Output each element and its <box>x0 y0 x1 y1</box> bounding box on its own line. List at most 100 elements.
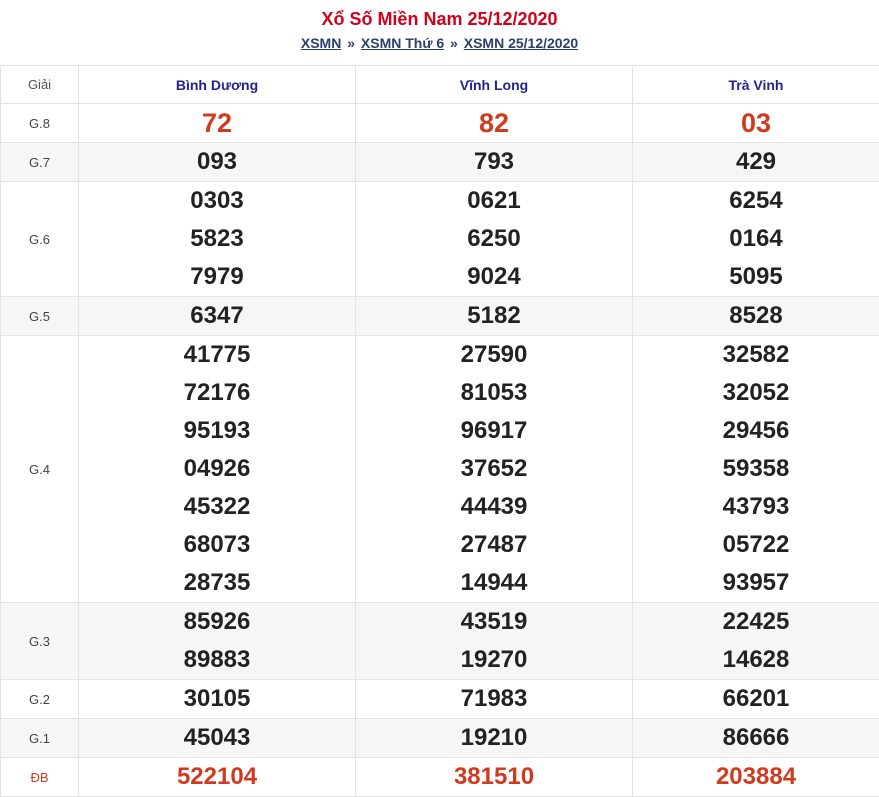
prize-number: 45322 <box>79 488 355 526</box>
prize-label: G.8 <box>1 104 79 143</box>
province-header-vinh-long: Vĩnh Long <box>356 66 633 104</box>
prize-number: 6250 <box>356 220 632 258</box>
prize-number: 93957 <box>633 564 879 602</box>
prize-number: 30105 <box>79 680 355 718</box>
prize-label: G.2 <box>1 680 79 719</box>
prize-cell: 6347 <box>79 297 356 336</box>
prize-number: 6254 <box>633 182 879 220</box>
prize-row-g4: G.44177572176951930492645322680732873527… <box>1 336 879 603</box>
prize-cell: 030358237979 <box>79 182 356 297</box>
prize-cell: 381510 <box>356 758 633 797</box>
prize-number: 71983 <box>356 680 632 718</box>
prize-row-g8: G.8728203 <box>1 104 879 143</box>
prize-number: 29456 <box>633 412 879 450</box>
prize-cell: 522104 <box>79 758 356 797</box>
prize-number: 14628 <box>633 641 879 679</box>
page-header: Xổ Số Miền Nam 25/12/2020 XSMN » XSMN Th… <box>0 0 879 65</box>
prize-row-db: ĐB522104381510203884 <box>1 758 879 797</box>
prize-number: 22425 <box>633 603 879 641</box>
giai-column-header: Giải <box>1 66 79 104</box>
prize-number: 03 <box>633 104 879 142</box>
prize-number: 96917 <box>356 412 632 450</box>
prize-cell: 2242514628 <box>633 603 879 680</box>
prize-number: 19210 <box>356 719 632 757</box>
prize-cell: 8528 <box>633 297 879 336</box>
prize-number: 28735 <box>79 564 355 602</box>
province-header-binh-duong: Bình Dương <box>79 66 356 104</box>
prize-number: 381510 <box>356 758 632 796</box>
prize-row-g5: G.5634751828528 <box>1 297 879 336</box>
prize-number: 05722 <box>633 526 879 564</box>
prize-number: 66201 <box>633 680 879 718</box>
prize-number: 86666 <box>633 719 879 757</box>
results-table: Giải Bình Dương Vĩnh Long Trà Vinh G.872… <box>0 65 879 797</box>
prize-number: 43519 <box>356 603 632 641</box>
prize-number: 203884 <box>633 758 879 796</box>
prize-label: G.4 <box>1 336 79 603</box>
prize-cell: 062162509024 <box>356 182 633 297</box>
prize-number: 85926 <box>79 603 355 641</box>
prize-cell: 8592689883 <box>79 603 356 680</box>
breadcrumb: XSMN » XSMN Thứ 6 » XSMN 25/12/2020 <box>0 34 879 52</box>
prize-cell: 72 <box>79 104 356 143</box>
prize-number: 27590 <box>356 336 632 374</box>
prize-cell: 793 <box>356 143 633 182</box>
prize-cell: 71983 <box>356 680 633 719</box>
prize-number: 5823 <box>79 220 355 258</box>
prize-number: 0621 <box>356 182 632 220</box>
prize-number: 8528 <box>633 297 879 335</box>
prize-cell: 86666 <box>633 719 879 758</box>
prize-number: 0164 <box>633 220 879 258</box>
breadcrumb-separator: » <box>347 35 355 51</box>
prize-number: 81053 <box>356 374 632 412</box>
prize-cell: 32582320522945659358437930572293957 <box>633 336 879 603</box>
prize-number: 82 <box>356 104 632 142</box>
prize-cell: 03 <box>633 104 879 143</box>
prize-number: 7979 <box>79 258 355 296</box>
prize-number: 793 <box>356 143 632 181</box>
prize-cell: 19210 <box>356 719 633 758</box>
prize-cell: 429 <box>633 143 879 182</box>
prize-label: G.5 <box>1 297 79 336</box>
prize-cell: 66201 <box>633 680 879 719</box>
prize-number: 0303 <box>79 182 355 220</box>
prize-label: G.1 <box>1 719 79 758</box>
prize-number: 429 <box>633 143 879 181</box>
prize-cell: 41775721769519304926453226807328735 <box>79 336 356 603</box>
prize-row-g7: G.7093793429 <box>1 143 879 182</box>
prize-number: 093 <box>79 143 355 181</box>
prize-label: G.6 <box>1 182 79 297</box>
prize-label: G.7 <box>1 143 79 182</box>
prize-number: 5095 <box>633 258 879 296</box>
prize-cell: 625401645095 <box>633 182 879 297</box>
prize-number: 45043 <box>79 719 355 757</box>
prize-number: 44439 <box>356 488 632 526</box>
prize-cell: 27590810539691737652444392748714944 <box>356 336 633 603</box>
prize-number: 41775 <box>79 336 355 374</box>
prize-number: 32582 <box>633 336 879 374</box>
prize-number: 5182 <box>356 297 632 335</box>
breadcrumb-link-xsmn-date[interactable]: XSMN 25/12/2020 <box>464 35 578 51</box>
breadcrumb-link-xsmn[interactable]: XSMN <box>301 35 341 51</box>
prize-number: 19270 <box>356 641 632 679</box>
breadcrumb-link-xsmn-thu-6[interactable]: XSMN Thứ 6 <box>361 35 444 51</box>
prize-cell: 5182 <box>356 297 633 336</box>
prize-number: 6347 <box>79 297 355 335</box>
prize-row-g2: G.2301057198366201 <box>1 680 879 719</box>
prize-cell: 30105 <box>79 680 356 719</box>
prize-label: ĐB <box>1 758 79 797</box>
prize-cell: 4351919270 <box>356 603 633 680</box>
prize-number: 37652 <box>356 450 632 488</box>
breadcrumb-separator: » <box>450 35 458 51</box>
prize-cell: 203884 <box>633 758 879 797</box>
prize-number: 32052 <box>633 374 879 412</box>
prize-number: 59358 <box>633 450 879 488</box>
prize-number: 95193 <box>79 412 355 450</box>
prize-number: 89883 <box>79 641 355 679</box>
prize-number: 27487 <box>356 526 632 564</box>
prize-number: 72 <box>79 104 355 142</box>
prize-row-g6: G.6030358237979062162509024625401645095 <box>1 182 879 297</box>
prize-cell: 093 <box>79 143 356 182</box>
province-header-tra-vinh: Trà Vinh <box>633 66 879 104</box>
table-header-row: Giải Bình Dương Vĩnh Long Trà Vinh <box>1 66 879 104</box>
